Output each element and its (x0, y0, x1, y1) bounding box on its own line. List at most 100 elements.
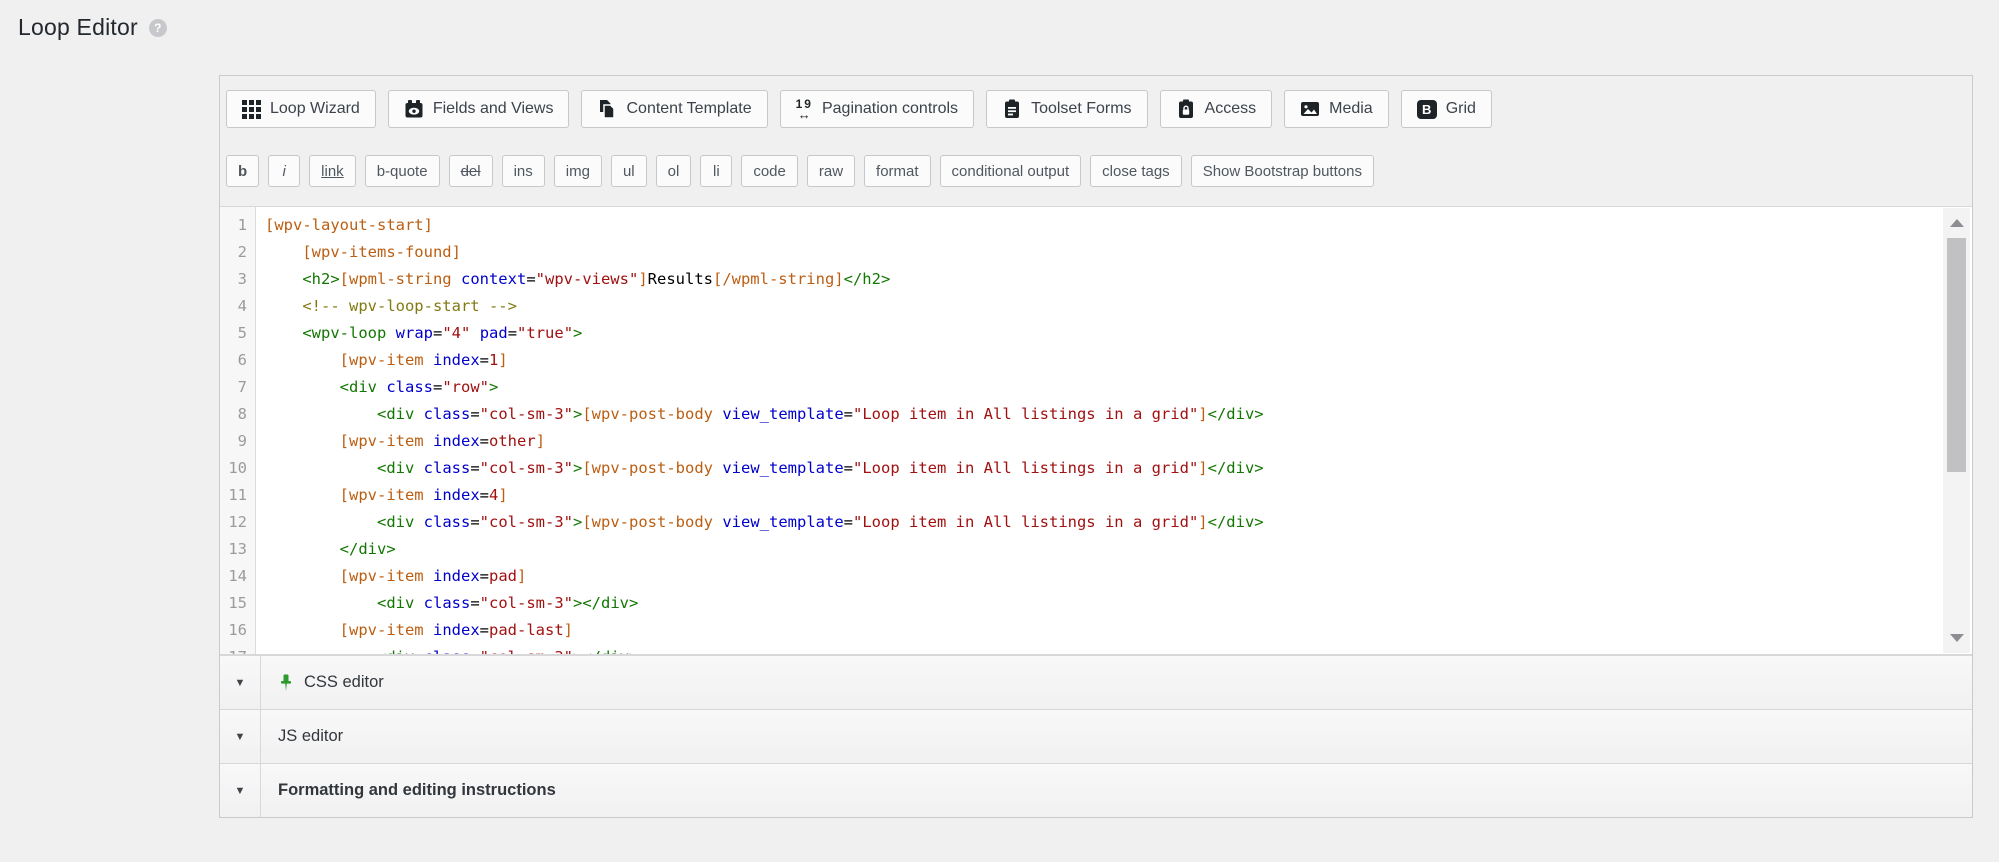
code-token: [wpv-layout-start] (265, 216, 433, 234)
code-token: [wpv-item (340, 351, 424, 369)
code-token (265, 594, 377, 612)
line-number: 14 (220, 563, 256, 590)
media-image-icon (1300, 99, 1320, 119)
code-token: <div (377, 648, 414, 655)
content-template-icon (597, 99, 617, 119)
chevron-down-icon[interactable]: ▼ (220, 764, 261, 817)
code-token: = (844, 459, 853, 477)
chevron-down-icon[interactable]: ▼ (220, 656, 261, 709)
button-label: Loop Wizard (270, 100, 360, 118)
quicktag-bquote-button[interactable]: b-quote (365, 155, 440, 187)
quicktag-del-button[interactable]: del (449, 155, 493, 187)
fields-and-views-button[interactable]: Fields and Views (388, 90, 570, 128)
code-token: = (480, 567, 489, 585)
line-number: 12 (220, 509, 256, 536)
code-token: = (480, 486, 489, 504)
code-token: "wpv-views" (536, 270, 639, 288)
code-line: 11 [wpv-item index=4] (220, 482, 1972, 509)
code-token: "Loop item in All listings in a grid" (853, 405, 1198, 423)
code-token: [wpv-item (340, 432, 424, 450)
line-number: 9 (220, 428, 256, 455)
quicktag-li-button[interactable]: li (700, 155, 732, 187)
quicktag-conditional-output-button[interactable]: conditional output (940, 155, 1082, 187)
scroll-down-arrow-icon[interactable] (1950, 634, 1964, 642)
code-token: </h2> (844, 270, 891, 288)
loop-wizard-button[interactable]: Loop Wizard (226, 90, 376, 128)
code-token: class (424, 459, 471, 477)
code-token: "col-sm-3" (480, 648, 573, 655)
grid-button[interactable]: B Grid (1401, 90, 1492, 128)
quicktag-img-button[interactable]: img (554, 155, 602, 187)
code-line: 12 <div class="col-sm-3">[wpv-post-body … (220, 509, 1972, 536)
code-token: ></div> (573, 594, 638, 612)
quicktag-close-tags-button[interactable]: close tags (1090, 155, 1182, 187)
show-bootstrap-buttons-button[interactable]: Show Bootstrap buttons (1191, 155, 1374, 187)
editor-vertical-scrollbar[interactable] (1943, 208, 1970, 653)
code-token: = (480, 351, 489, 369)
scrollbar-thumb[interactable] (1947, 238, 1966, 472)
media-button[interactable]: Media (1284, 90, 1389, 128)
scroll-up-arrow-icon[interactable] (1950, 219, 1964, 227)
code-token: class (424, 513, 471, 531)
code-token (424, 432, 433, 450)
toolset-forms-button[interactable]: Toolset Forms (986, 90, 1147, 128)
code-token: "true" (517, 324, 573, 342)
code-token (265, 567, 340, 585)
line-number: 2 (220, 239, 256, 266)
code-token: > (573, 513, 582, 531)
button-label: Content Template (626, 100, 751, 118)
line-number: 5 (220, 320, 256, 347)
code-token (414, 513, 423, 531)
code-lines: 1[wpv-layout-start]2 [wpv-items-found]3 … (220, 207, 1972, 655)
loop-output-code-editor[interactable]: 1[wpv-layout-start]2 [wpv-items-found]3 … (220, 206, 1972, 655)
chevron-down-icon[interactable]: ▼ (220, 710, 261, 763)
quicktag-ul-button[interactable]: ul (611, 155, 647, 187)
formatting-instructions-section-header[interactable]: ▼ Formatting and editing instructions (220, 763, 1972, 817)
code-token: Results (648, 270, 713, 288)
pushpin-icon (278, 674, 294, 692)
js-editor-section-header[interactable]: ▼ JS editor (220, 709, 1972, 763)
code-line: 5 <wpv-loop wrap="4" pad="true"> (220, 320, 1972, 347)
pagination-controls-button[interactable]: 19 ↔ Pagination controls (780, 90, 974, 128)
quicktag-ins-button[interactable]: ins (502, 155, 545, 187)
quicktags-toolbar: b i link b-quote del ins img ul ol li co… (226, 155, 1966, 187)
code-token: = (844, 405, 853, 423)
content-template-button[interactable]: Content Template (581, 90, 767, 128)
quicktag-link-button[interactable]: link (309, 155, 356, 187)
code-token: other (489, 432, 536, 450)
code-line: 15 <div class="col-sm-3"></div> (220, 590, 1972, 617)
quicktag-ol-button[interactable]: ol (656, 155, 692, 187)
code-token: [wpv-post-body (582, 513, 713, 531)
code-token: index (433, 432, 480, 450)
quicktag-format-button[interactable]: format (864, 155, 931, 187)
quicktag-code-button[interactable]: code (741, 155, 798, 187)
code-text: [wpv-item index=pad] (256, 563, 526, 590)
code-token: pad (489, 567, 517, 585)
code-token (265, 432, 340, 450)
code-token: [wpv-items-found] (302, 243, 461, 261)
code-text: <div class="col-sm-3"></div> (256, 590, 638, 617)
help-icon[interactable]: ? (149, 19, 167, 37)
code-token: index (433, 486, 480, 504)
code-token: ] (498, 486, 507, 504)
code-token (424, 351, 433, 369)
code-token: 1 (489, 351, 498, 369)
code-token (265, 243, 302, 261)
code-token: class (424, 405, 471, 423)
code-line: 8 <div class="col-sm-3">[wpv-post-body v… (220, 401, 1972, 428)
line-number: 11 (220, 482, 256, 509)
code-text: </div> (256, 536, 396, 563)
css-editor-section-header[interactable]: ▼ CSS editor (220, 655, 1972, 709)
code-token: <div (340, 378, 377, 396)
quicktag-bold-button[interactable]: b (226, 155, 259, 187)
code-token: class (424, 594, 471, 612)
quicktag-italic-button[interactable]: i (268, 155, 300, 187)
line-number: 1 (220, 212, 256, 239)
code-token: index (433, 567, 480, 585)
quicktag-raw-button[interactable]: raw (807, 155, 855, 187)
code-token: ] (1198, 459, 1207, 477)
loop-editor-page: Loop Editor ? Loop Wizard Fields and Vie… (0, 0, 1999, 862)
access-button[interactable]: Access (1160, 90, 1273, 128)
code-token (265, 486, 340, 504)
code-line: 6 [wpv-item index=1] (220, 347, 1972, 374)
